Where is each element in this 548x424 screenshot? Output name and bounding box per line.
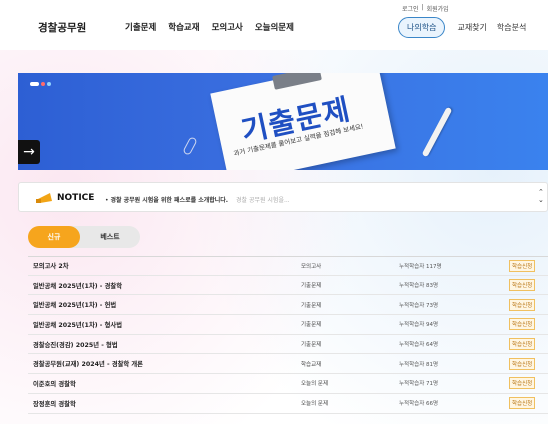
row-title[interactable]: 일반공채 2025년(1차) - 형사법 bbox=[33, 320, 122, 329]
row-category: 학습교재 bbox=[301, 361, 322, 368]
row-title[interactable]: 일반공채 2025년(1차) - 경찰학 bbox=[33, 281, 122, 290]
pen-illustration bbox=[421, 106, 453, 158]
table-row[interactable]: 일반공채 2025년(1차) - 헌법 기출문제 누적학습자 73명 학습신청 bbox=[28, 295, 548, 316]
user-nav: 나의학습 교재찾기 학습분석 bbox=[398, 17, 536, 38]
my-learning-button[interactable]: 나의학습 bbox=[398, 17, 446, 38]
enroll-button[interactable]: 학습신청 bbox=[509, 397, 536, 410]
row-title[interactable]: 일반공채 2025년(1차) - 헌법 bbox=[33, 300, 116, 309]
row-learner-count: 누적학습자 66명 bbox=[399, 401, 439, 408]
nav-item-books[interactable]: 학습교재 bbox=[168, 21, 199, 33]
row-category: 기출문제 bbox=[301, 322, 322, 329]
notice-next-item[interactable]: 경찰 공무원 시험을... bbox=[236, 197, 290, 204]
notice-headline[interactable]: 경찰 공무원 시험을 위한 패스로를 소개합니다. bbox=[110, 197, 228, 204]
row-title[interactable]: 모의고사 2차 bbox=[33, 261, 69, 270]
tab-new[interactable]: 신규 bbox=[28, 226, 80, 248]
megaphone-icon bbox=[36, 193, 52, 203]
enroll-button[interactable]: 학습신청 bbox=[509, 338, 536, 351]
carousel-dot[interactable] bbox=[41, 82, 45, 86]
row-title[interactable]: 경찰공무원(교재) 2024년 - 경찰학 개론 bbox=[33, 359, 143, 368]
row-learner-count: 누적학습자 73명 bbox=[399, 302, 439, 309]
course-table: 모의고사 2차 모의고사 누적학습자 117명 학습신청 일반공채 2025년(… bbox=[28, 256, 548, 414]
analysis-link[interactable]: 학습분석 bbox=[497, 22, 526, 33]
enroll-button[interactable]: 학습신청 bbox=[509, 318, 536, 331]
enroll-button[interactable]: 학습신청 bbox=[509, 357, 536, 370]
table-row[interactable]: 장정훈의 경찰학 오늘의 문제 누적학습자 66명 학습신청 bbox=[28, 394, 548, 414]
table-row[interactable]: 경찰공무원(교재) 2024년 - 경찰학 개론 학습교재 누적학습자 81명 … bbox=[28, 354, 548, 375]
list-tabs: 신규 베스트 bbox=[28, 226, 140, 248]
arrow-right-icon: → bbox=[23, 144, 35, 160]
row-category: 오늘의 문제 bbox=[301, 401, 329, 408]
paperclip-decoration bbox=[182, 136, 198, 156]
find-book-link[interactable]: 교재찾기 bbox=[457, 22, 486, 33]
login-link[interactable]: 로그인 bbox=[402, 4, 419, 13]
row-title[interactable]: 경찰승진(경감) 2025년 - 형법 bbox=[33, 340, 118, 349]
table-row[interactable]: 일반공채 2025년(1차) - 경찰학 기출문제 누적학습자 83명 학습신청 bbox=[28, 276, 548, 296]
header: 경찰공무원 기출문제 학습교재 모의고사 오늘의문제 로그인 | 회원가입 나의… bbox=[0, 0, 548, 50]
row-category: 기출문제 bbox=[301, 283, 322, 290]
table-row[interactable]: 일반공채 2025년(1차) - 형사법 기출문제 누적학습자 94명 학습신청 bbox=[28, 315, 548, 335]
hero-banner[interactable]: 기출문제 과거 기출문제를 풀어보고 실력을 점검해 보세요! → bbox=[18, 73, 548, 170]
nav-item-daily[interactable]: 오늘의문제 bbox=[255, 21, 294, 33]
row-learner-count: 누적학습자 81명 bbox=[399, 361, 439, 368]
enroll-button[interactable]: 학습신청 bbox=[509, 298, 536, 311]
auth-separator: | bbox=[421, 4, 424, 11]
carousel-indicator[interactable] bbox=[30, 82, 51, 86]
row-title[interactable]: 장정훈의 경찰학 bbox=[33, 399, 76, 408]
row-category: 오늘의 문제 bbox=[301, 381, 329, 388]
chevron-up-icon[interactable]: ⌃ bbox=[538, 188, 544, 196]
signup-link[interactable]: 회원가입 bbox=[427, 4, 449, 13]
row-category: 모의고사 bbox=[301, 263, 322, 270]
row-title[interactable]: 이준호의 경찰학 bbox=[33, 379, 76, 388]
chevron-down-icon[interactable]: ⌄ bbox=[538, 196, 544, 204]
row-learner-count: 누적학습자 117명 bbox=[399, 263, 442, 270]
nav-item-exam[interactable]: 기출문제 bbox=[125, 21, 156, 33]
table-row[interactable]: 이준호의 경찰학 오늘의 문제 누적학습자 71명 학습신청 bbox=[28, 374, 548, 394]
row-learner-count: 누적학습자 94명 bbox=[399, 322, 439, 329]
row-learner-count: 누적학습자 71명 bbox=[399, 381, 439, 388]
notice-bullet: • bbox=[105, 197, 109, 204]
row-category: 기출문제 bbox=[301, 342, 322, 349]
notice-text[interactable]: • 경찰 공무원 시험을 위한 패스로를 소개합니다. 경찰 공무원 시험을..… bbox=[105, 195, 290, 204]
enroll-button[interactable]: 학습신청 bbox=[509, 279, 536, 292]
carousel-dot-active[interactable] bbox=[30, 82, 39, 86]
site-logo[interactable]: 경찰공무원 bbox=[38, 20, 86, 35]
nav-item-mock[interactable]: 모의고사 bbox=[212, 21, 243, 33]
row-learner-count: 누적학습자 83명 bbox=[399, 283, 439, 290]
enroll-button[interactable]: 학습신청 bbox=[509, 259, 536, 272]
row-category: 기출문제 bbox=[301, 302, 322, 309]
notice-label: NOTICE bbox=[57, 193, 95, 203]
table-row[interactable]: 모의고사 2차 모의고사 누적학습자 117명 학습신청 bbox=[28, 256, 548, 276]
notice-bar: NOTICE • 경찰 공무원 시험을 위한 패스로를 소개합니다. 경찰 공무… bbox=[18, 182, 548, 212]
row-learner-count: 누적학습자 64명 bbox=[399, 342, 439, 349]
carousel-dot[interactable] bbox=[47, 82, 51, 86]
banner-next-button[interactable]: → bbox=[18, 140, 40, 164]
notice-scroll-controls: ⌃ ⌄ bbox=[538, 188, 544, 204]
table-row[interactable]: 경찰승진(경감) 2025년 - 형법 기출문제 누적학습자 64명 학습신청 bbox=[28, 335, 548, 355]
enroll-button[interactable]: 학습신청 bbox=[509, 377, 536, 390]
main-nav: 기출문제 학습교재 모의고사 오늘의문제 bbox=[125, 21, 306, 33]
auth-links: 로그인 | 회원가입 bbox=[402, 4, 449, 13]
